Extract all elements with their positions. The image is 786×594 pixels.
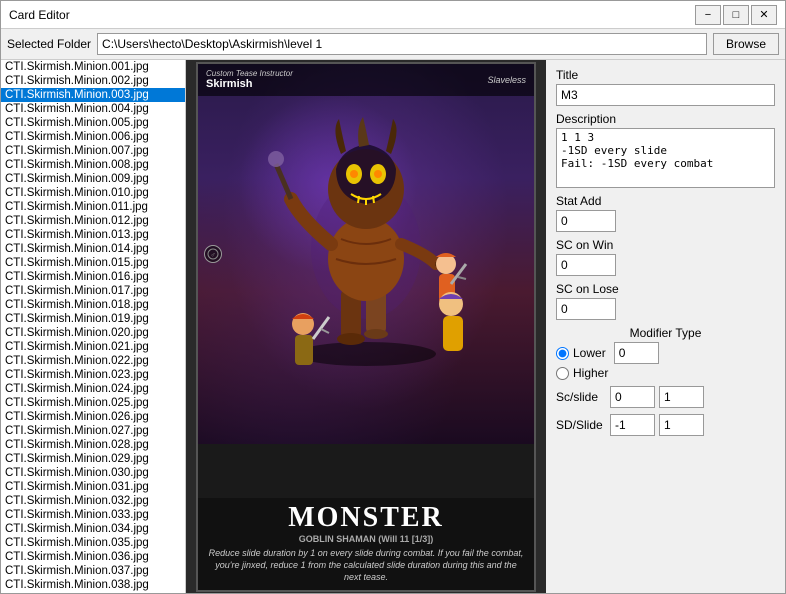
sc-win-label: SC on Win (556, 238, 775, 252)
list-item[interactable]: CTI.Skirmish.Minion.022.jpg (1, 354, 185, 368)
list-item[interactable]: CTI.Skirmish.Minion.032.jpg (1, 494, 185, 508)
browse-button[interactable]: Browse (713, 33, 779, 55)
list-item[interactable]: CTI.Skirmish.Minion.037.jpg (1, 564, 185, 578)
modifier-lower-label: Lower (573, 346, 606, 360)
list-item[interactable]: CTI.Skirmish.Minion.033.jpg (1, 508, 185, 522)
list-item[interactable]: CTI.Skirmish.Minion.001.jpg (1, 60, 185, 74)
sc-slide-input-1[interactable] (610, 386, 655, 408)
card-art: Custom Tease Instructor Skirmish Slavele… (198, 64, 534, 444)
sc-lose-input[interactable] (556, 298, 616, 320)
list-item[interactable]: CTI.Skirmish.Minion.011.jpg (1, 200, 185, 214)
modifier-higher-label: Higher (573, 366, 608, 380)
file-list-container: CTI.Skirmish.Minion.001.jpgCTI.Skirmish.… (1, 60, 186, 593)
modifier-higher-row: Higher (556, 366, 775, 380)
goblin-figure (251, 89, 481, 369)
folder-path-input[interactable] (97, 33, 707, 55)
card-bottom: MONSTER GOBLIN SHAMAN (Will 11 [1/3]) Re… (198, 498, 534, 589)
card-preview: Custom Tease Instructor Skirmish Slavele… (186, 60, 546, 593)
card-left-icon: ♂ (204, 245, 222, 263)
list-item[interactable]: CTI.Skirmish.Minion.018.jpg (1, 298, 185, 312)
list-item[interactable]: CTI.Skirmish.Minion.002.jpg (1, 74, 185, 88)
list-item[interactable]: CTI.Skirmish.Minion.017.jpg (1, 284, 185, 298)
sd-slide-row: SD/Slide (556, 414, 775, 436)
stat-add-field-group: Stat Add (556, 194, 775, 232)
list-item[interactable]: CTI.Skirmish.Minion.026.jpg (1, 410, 185, 424)
list-item[interactable]: CTI.Skirmish.Minion.006.jpg (1, 130, 185, 144)
list-item[interactable]: CTI.Skirmish.Minion.004.jpg (1, 102, 185, 116)
sc-lose-label: SC on Lose (556, 282, 775, 296)
monster-subtitle: GOBLIN SHAMAN (Will 11 [1/3]) (206, 534, 526, 544)
stat-add-label: Stat Add (556, 194, 775, 208)
title-input[interactable] (556, 84, 775, 106)
svg-text:♂: ♂ (210, 252, 215, 259)
sd-slide-label: SD/Slide (556, 418, 606, 432)
list-item[interactable]: CTI.Skirmish.Minion.016.jpg (1, 270, 185, 284)
modifier-type-label: Modifier Type (556, 326, 775, 340)
close-button[interactable]: ✕ (751, 5, 777, 25)
list-item[interactable]: CTI.Skirmish.Minion.020.jpg (1, 326, 185, 340)
description-label: Description (556, 112, 775, 126)
list-item[interactable]: CTI.Skirmish.Minion.009.jpg (1, 172, 185, 186)
list-item[interactable]: CTI.Skirmish.Minion.034.jpg (1, 522, 185, 536)
sc-lose-field-group: SC on Lose (556, 282, 775, 320)
list-item[interactable]: CTI.Skirmish.Minion.031.jpg (1, 480, 185, 494)
right-panel: Title Description Stat Add SC on Win SC … (546, 60, 785, 593)
list-item[interactable]: CTI.Skirmish.Minion.023.jpg (1, 368, 185, 382)
maximize-button[interactable]: □ (723, 5, 749, 25)
title-bar: Card Editor − □ ✕ (1, 1, 785, 29)
title-field-group: Title (556, 68, 775, 106)
window-title: Card Editor (9, 8, 70, 22)
stat-add-input[interactable] (556, 210, 616, 232)
description-textarea[interactable] (556, 128, 775, 188)
list-item[interactable]: CTI.Skirmish.Minion.019.jpg (1, 312, 185, 326)
minimize-button[interactable]: − (695, 5, 721, 25)
list-item[interactable]: CTI.Skirmish.Minion.014.jpg (1, 242, 185, 256)
list-item[interactable]: CTI.Skirmish.Minion.039.jpg (1, 592, 185, 593)
main-window: Card Editor − □ ✕ Selected Folder Browse… (0, 0, 786, 594)
list-item[interactable]: CTI.Skirmish.Minion.010.jpg (1, 186, 185, 200)
sc-win-input[interactable] (556, 254, 616, 276)
list-item[interactable]: CTI.Skirmish.Minion.038.jpg (1, 578, 185, 592)
modifier-lower-row: Lower (556, 342, 775, 364)
main-content: CTI.Skirmish.Minion.001.jpgCTI.Skirmish.… (1, 60, 785, 593)
list-item[interactable]: CTI.Skirmish.Minion.030.jpg (1, 466, 185, 480)
list-item[interactable]: CTI.Skirmish.Minion.005.jpg (1, 116, 185, 130)
modifier-lower-radio[interactable] (556, 347, 569, 360)
list-item[interactable]: CTI.Skirmish.Minion.024.jpg (1, 382, 185, 396)
list-item[interactable]: CTI.Skirmish.Minion.035.jpg (1, 536, 185, 550)
list-item[interactable]: CTI.Skirmish.Minion.028.jpg (1, 438, 185, 452)
list-item[interactable]: CTI.Skirmish.Minion.021.jpg (1, 340, 185, 354)
list-item[interactable]: CTI.Skirmish.Minion.029.jpg (1, 452, 185, 466)
list-item[interactable]: CTI.Skirmish.Minion.003.jpg (1, 88, 185, 102)
list-item[interactable]: CTI.Skirmish.Minion.007.jpg (1, 144, 185, 158)
monster-description: Reduce slide duration by 1 on every slid… (206, 548, 526, 583)
description-field-group: Description (556, 112, 775, 188)
list-item[interactable]: CTI.Skirmish.Minion.036.jpg (1, 550, 185, 564)
modifier-higher-radio[interactable] (556, 367, 569, 380)
sd-slide-input-2[interactable] (659, 414, 704, 436)
sd-slide-input-1[interactable] (610, 414, 655, 436)
modifier-lower-input[interactable] (614, 342, 659, 364)
list-item[interactable]: CTI.Skirmish.Minion.015.jpg (1, 256, 185, 270)
title-label: Title (556, 68, 775, 82)
card-image-area: Custom Tease Instructor Skirmish Slavele… (196, 62, 536, 592)
sc-slide-row: Sc/slide (556, 386, 775, 408)
card-subtitle: Custom Tease Instructor (206, 69, 293, 78)
list-item[interactable]: CTI.Skirmish.Minion.012.jpg (1, 214, 185, 228)
folder-label: Selected Folder (7, 37, 91, 51)
list-item[interactable]: CTI.Skirmish.Minion.008.jpg (1, 158, 185, 172)
sc-win-field-group: SC on Win (556, 238, 775, 276)
window-controls: − □ ✕ (695, 5, 777, 25)
sc-slide-input-2[interactable] (659, 386, 704, 408)
list-item[interactable]: CTI.Skirmish.Minion.013.jpg (1, 228, 185, 242)
list-item[interactable]: CTI.Skirmish.Minion.027.jpg (1, 424, 185, 438)
toolbar: Selected Folder Browse (1, 29, 785, 60)
monster-title: MONSTER (206, 504, 526, 532)
sc-slide-label: Sc/slide (556, 390, 606, 404)
list-item[interactable]: CTI.Skirmish.Minion.025.jpg (1, 396, 185, 410)
card-header-right: Slaveless (487, 75, 526, 85)
modifier-section: Modifier Type Lower Higher (556, 326, 775, 380)
file-list[interactable]: CTI.Skirmish.Minion.001.jpgCTI.Skirmish.… (1, 60, 185, 593)
